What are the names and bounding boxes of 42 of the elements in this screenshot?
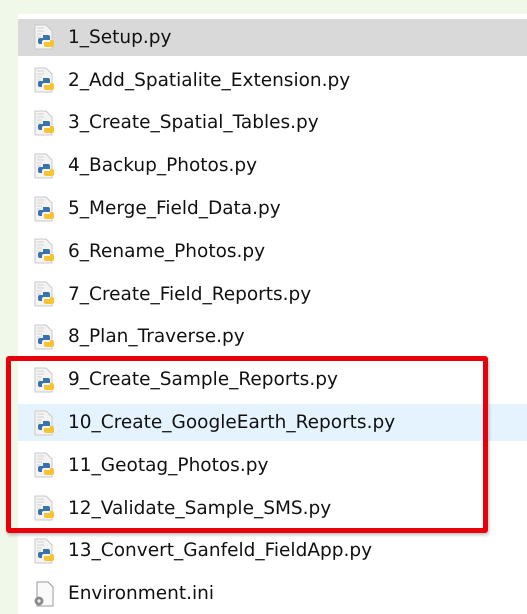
python-file-icon <box>32 324 56 350</box>
file-row[interactable]: Environment.ini <box>18 575 527 612</box>
file-name: 1_Setup.py <box>68 26 172 48</box>
file-row[interactable]: 3_Create_Spatial_Tables.py <box>18 104 527 142</box>
file-row[interactable]: 9_Create_Sample_Reports.py <box>18 361 527 398</box>
file-name: 13_Convert_Ganfeld_FieldApp.py <box>68 540 372 562</box>
file-name: 4_Backup_Photos.py <box>68 155 258 176</box>
file-row[interactable]: 1_Setup.py <box>18 18 527 56</box>
file-name: 10_Create_GoogleEarth_Reports.py <box>68 412 396 434</box>
file-name: 3_Create_Spatial_Tables.py <box>68 112 319 134</box>
file-row[interactable]: 8_Plan_Traverse.py <box>18 318 527 356</box>
python-file-icon <box>32 67 56 94</box>
file-row[interactable]: 13_Convert_Ganfeld_FieldApp.py <box>18 532 527 570</box>
file-row[interactable]: 4_Backup_Photos.py <box>18 147 527 184</box>
file-name: 9_Create_Sample_Reports.py <box>68 369 338 390</box>
file-row[interactable]: 12_Validate_Sample_SMS.py <box>18 490 527 527</box>
file-row[interactable]: 5_Merge_Field_Data.py <box>18 190 527 228</box>
file-name: 7_Create_Field_Reports.py <box>68 284 312 305</box>
python-file-icon <box>32 152 56 179</box>
file-row[interactable]: 10_Create_GoogleEarth_Reports.py <box>18 404 527 442</box>
python-file-icon <box>32 538 56 564</box>
file-row[interactable]: 11_Geotag_Photos.py <box>18 446 527 484</box>
file-name: 2_Add_Spatialite_Extension.py <box>68 70 350 91</box>
file-row[interactable]: 6_Rename_Photos.py <box>18 232 527 270</box>
settings-file-icon <box>32 580 56 607</box>
python-file-icon <box>32 410 56 436</box>
file-name: 6_Rename_Photos.py <box>68 240 266 262</box>
file-name: 11_Geotag_Photos.py <box>68 454 268 476</box>
file-name: 12_Validate_Sample_SMS.py <box>68 498 332 519</box>
python-file-icon <box>32 366 56 393</box>
python-file-icon <box>32 238 56 264</box>
file-row[interactable]: 7_Create_Field_Reports.py <box>18 276 527 313</box>
file-name: Environment.ini <box>68 583 214 604</box>
file-name: 8_Plan_Traverse.py <box>68 326 245 348</box>
python-file-icon <box>32 452 56 478</box>
python-file-icon <box>32 495 56 522</box>
python-file-icon <box>32 281 56 308</box>
python-file-icon <box>32 110 56 136</box>
python-file-icon <box>32 24 56 50</box>
file-row[interactable]: 2_Add_Spatialite_Extension.py <box>18 62 527 99</box>
file-name: 5_Merge_Field_Data.py <box>68 198 281 220</box>
python-file-icon <box>32 196 56 222</box>
